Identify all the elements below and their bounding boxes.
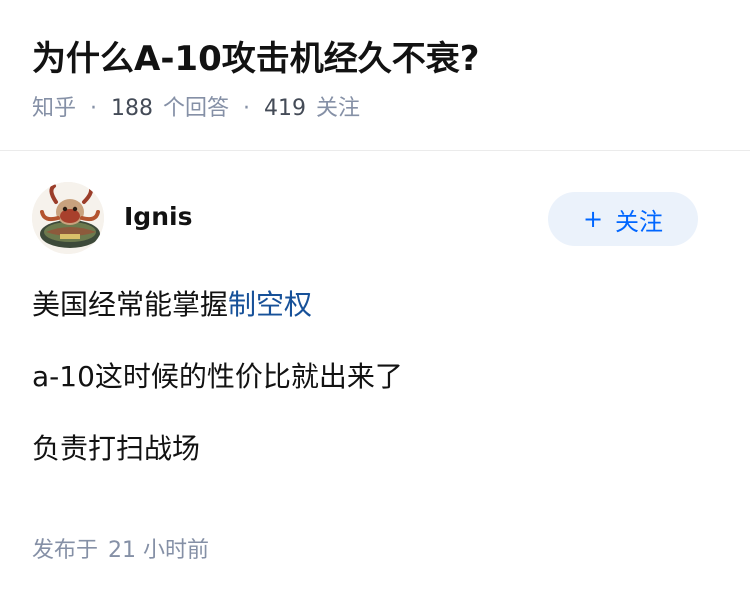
answer-line: a-10这时候的性价比就出来了 <box>32 360 403 393</box>
meta-separator: · <box>243 96 251 121</box>
answer-line: 美国经常能掌握制空权 <box>32 283 718 327</box>
answer-text: 美国经常能掌握 <box>32 288 229 321</box>
question-header: 为什么A-10攻击机经久不衰? 知乎 · 188 个回答 · 419 关注 <box>0 0 750 151</box>
published-prefix: 发布于 <box>32 538 99 563</box>
avatar[interactable] <box>32 182 104 254</box>
answer-line: 负责打扫战场 <box>32 432 201 465</box>
author-row: Ignis + 关注 <box>32 182 718 254</box>
question-title[interactable]: 为什么A-10攻击机经久不衰? <box>32 36 479 82</box>
answer-body: 美国经常能掌握制空权 a-10这时候的性价比就出来了 负责打扫战场 <box>32 283 718 471</box>
source-label[interactable]: 知乎 <box>32 93 76 125</box>
meta-separator: · <box>90 96 98 121</box>
question-meta: 知乎 · 188 个回答 · 419 关注 <box>32 93 360 125</box>
published-time: 发布于 21 小时前 <box>32 535 209 567</box>
avatar-image <box>32 182 104 254</box>
follower-label: 关注 <box>316 96 361 121</box>
follow-button[interactable]: + 关注 <box>548 192 698 246</box>
follow-button-label: 关注 <box>615 207 664 236</box>
answer-link[interactable]: 制空权 <box>228 288 312 321</box>
answer-count-label: 个回答 <box>163 96 230 121</box>
plus-icon: + <box>582 205 604 233</box>
published-value: 21 小时前 <box>108 538 210 563</box>
follower-count: 419 <box>264 96 307 121</box>
answer-count: 188 <box>111 96 154 121</box>
author-name[interactable]: Ignis <box>124 201 192 233</box>
